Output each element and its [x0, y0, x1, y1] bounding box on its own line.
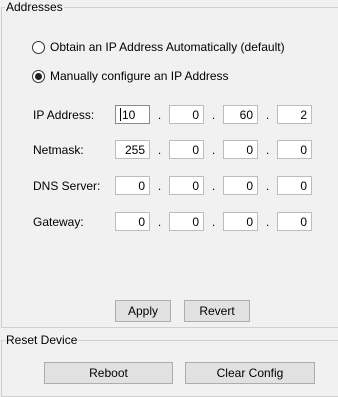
dot-separator: .	[265, 178, 270, 193]
revert-button[interactable]: Revert	[184, 300, 250, 322]
radio-obtain-automatically[interactable]: Obtain an IP Address Automatically (defa…	[32, 40, 285, 54]
ip-address-row: IP Address: 10 . 0 . 60 . 2	[33, 104, 312, 125]
dns-server-label: DNS Server:	[33, 178, 101, 193]
dot-separator: .	[265, 142, 270, 157]
dot-separator: .	[157, 107, 162, 122]
netmask-octet-3[interactable]: 0	[223, 140, 258, 159]
radio-button-manual[interactable]	[32, 69, 45, 83]
dot-separator: .	[157, 142, 162, 157]
gateway-octet-3[interactable]: 0	[223, 212, 258, 231]
radio-manual-config[interactable]: Manually configure an IP Address	[32, 69, 229, 83]
addresses-legend: Addresses	[5, 0, 64, 14]
dot-separator: .	[211, 214, 216, 229]
ip-address-octet-2[interactable]: 0	[169, 105, 204, 124]
reboot-button[interactable]: Reboot	[44, 362, 173, 384]
netmask-row: Netmask: 255 . 0 . 0 . 0	[33, 139, 312, 160]
radio-auto-label[interactable]: Obtain an IP Address Automatically (defa…	[50, 40, 285, 54]
gateway-octet-4[interactable]: 0	[277, 212, 312, 231]
netmask-octet-2[interactable]: 0	[169, 140, 204, 159]
dns-server-row: DNS Server: 0 . 0 . 0 . 0	[33, 175, 312, 196]
dot-separator: .	[157, 214, 162, 229]
netmask-label: Netmask:	[33, 142, 84, 157]
dns-server-octet-4[interactable]: 0	[277, 176, 312, 195]
gateway-row: Gateway: 0 . 0 . 0 . 0	[33, 211, 312, 232]
dot-separator: .	[211, 142, 216, 157]
ip-address-label: IP Address:	[33, 107, 95, 122]
ip-address-octet-4[interactable]: 2	[277, 105, 312, 124]
dot-separator: .	[157, 178, 162, 193]
apply-button[interactable]: Apply	[115, 300, 171, 322]
dot-separator: .	[211, 107, 216, 122]
ip-address-octet-1[interactable]: 10	[115, 105, 150, 124]
dot-separator: .	[211, 178, 216, 193]
dot-separator: .	[265, 214, 270, 229]
radio-manual-label[interactable]: Manually configure an IP Address	[50, 69, 229, 83]
reset-device-legend: Reset Device	[5, 333, 79, 347]
clear-config-button[interactable]: Clear Config	[185, 362, 315, 384]
addresses-group: Addresses	[1, 0, 338, 328]
dns-server-octet-3[interactable]: 0	[223, 176, 258, 195]
dns-server-octet-1[interactable]: 0	[115, 176, 150, 195]
gateway-label: Gateway:	[33, 214, 84, 229]
netmask-octet-4[interactable]: 0	[277, 140, 312, 159]
radio-button-auto[interactable]	[32, 40, 45, 54]
netmask-octet-1[interactable]: 255	[115, 140, 150, 159]
dot-separator: .	[265, 107, 270, 122]
gateway-octet-1[interactable]: 0	[115, 212, 150, 231]
dns-server-octet-2[interactable]: 0	[169, 176, 204, 195]
ip-address-octet-3[interactable]: 60	[223, 105, 258, 124]
gateway-octet-2[interactable]: 0	[169, 212, 204, 231]
